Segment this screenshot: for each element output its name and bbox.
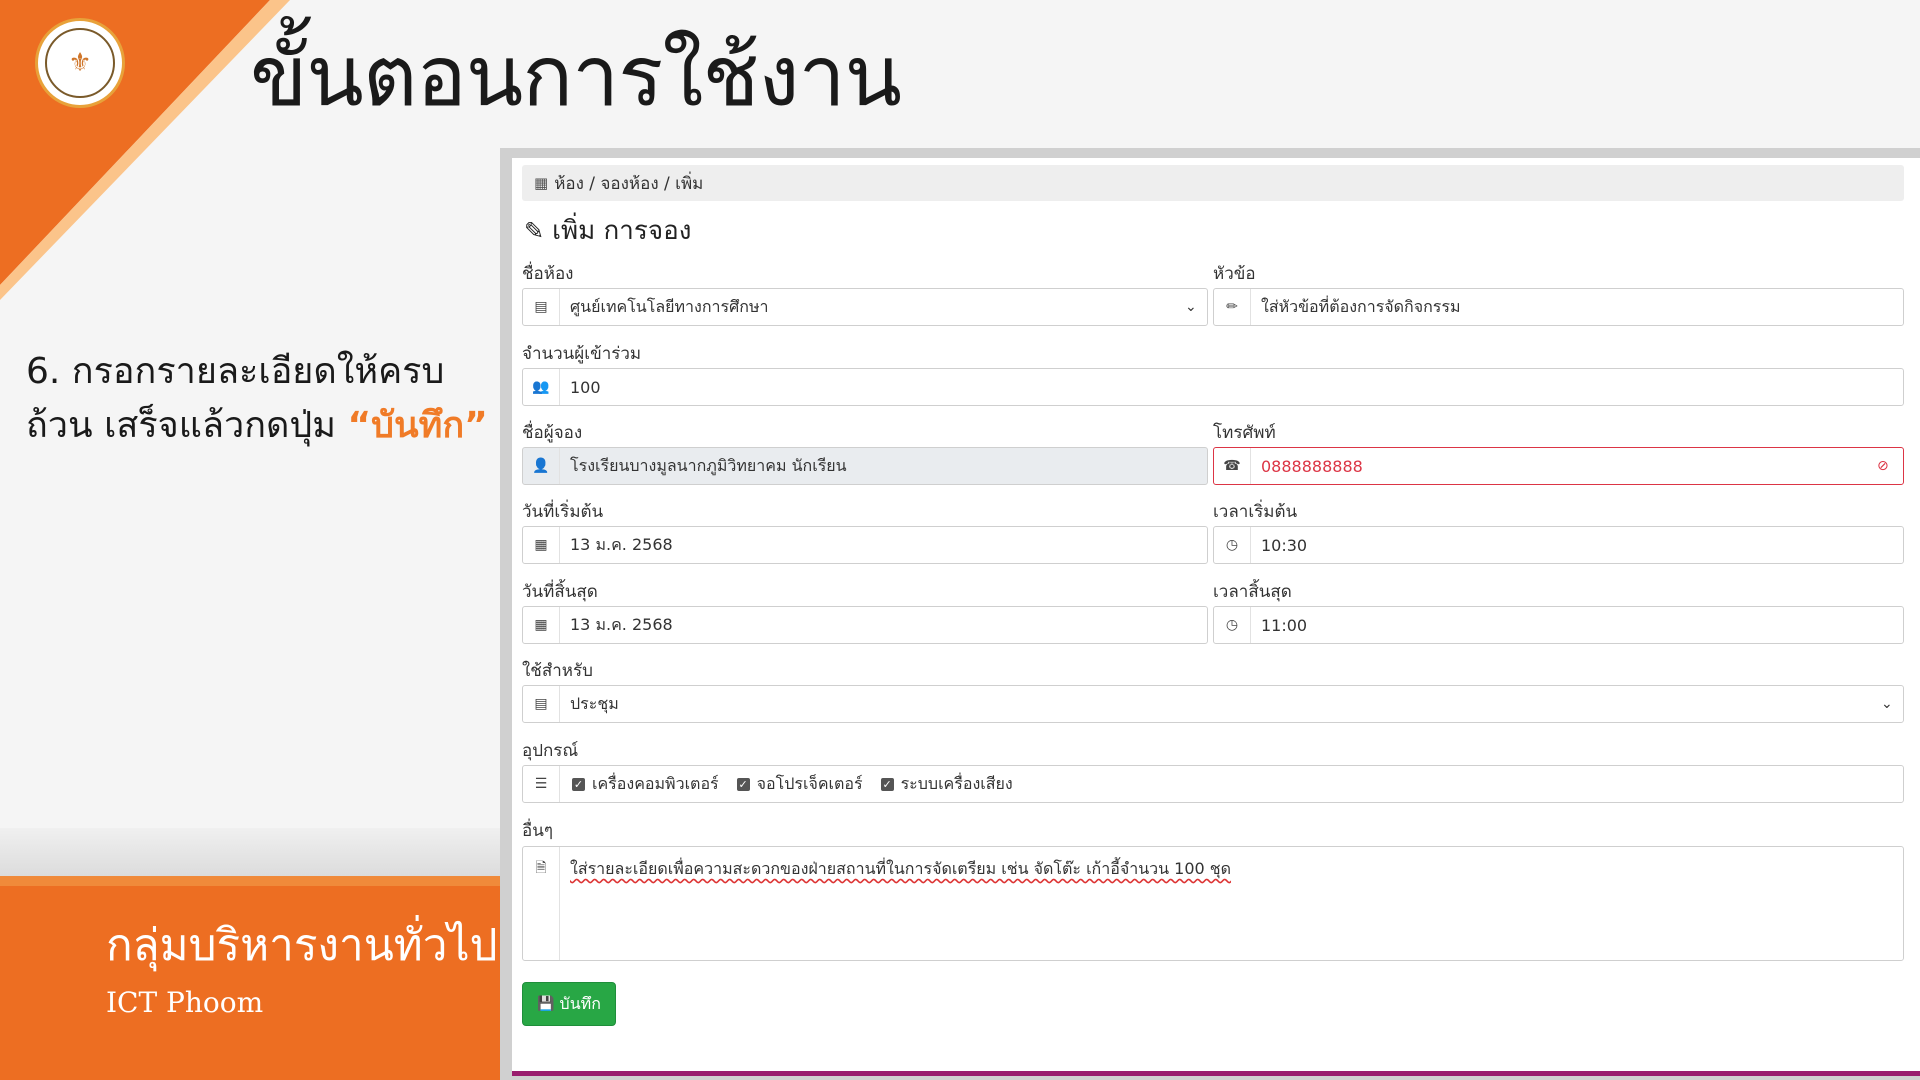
department-name: กลุ่มบริหารงานทั่วไป: [106, 920, 498, 971]
checkbox-checked-icon: ✓: [880, 777, 894, 791]
save-button[interactable]: 💾 บันทึก: [522, 982, 616, 1026]
start-time-input[interactable]: ◷ 10:30: [1213, 526, 1904, 564]
topic-label: หัวข้อ: [1213, 264, 1256, 284]
start-time-value: 10:30: [1261, 535, 1308, 555]
start-date-input[interactable]: ▦ 13 ม.ค. 2568: [522, 526, 1208, 564]
booker-label: ชื่อผู้จอง: [522, 423, 583, 443]
equipment-checkbox-projector[interactable]: ✓ จอโปรเจ็คเตอร์: [736, 772, 863, 797]
step-instruction: 6. กรอกรายละเอียดให้ครบถ้วน เสร็จแล้วกดป…: [26, 345, 496, 453]
end-time-value: 11:00: [1261, 615, 1308, 635]
phone-label: โทรศัพท์: [1213, 423, 1276, 443]
footer-panel: กลุ่มบริหารงานทั่วไป ICT Phoom: [0, 886, 500, 1080]
save-button-label: บันทึก: [559, 993, 601, 1013]
other-label: อื่นๆ: [522, 821, 553, 841]
equipment-option-label: ระบบเครื่องเสียง: [900, 773, 1013, 793]
clock-icon: ◷: [1214, 527, 1251, 563]
phone-input[interactable]: ☎ 0888888888 ⊘: [1213, 447, 1904, 485]
start-date-label: วันที่เริ่มต้น: [522, 502, 604, 522]
organization-name: ICT Phoom: [106, 986, 264, 1019]
edit-document-icon: ✎: [524, 216, 545, 245]
usage-select-value: ประชุม: [570, 693, 619, 713]
topic-placeholder: ใส่หัวข้อที่ต้องการจัดกิจกรรม: [1261, 296, 1461, 316]
breadcrumb: ▦ ห้อง / จองห้อง / เพิ่ม: [522, 165, 1904, 201]
form-title-text: เพิ่ม การจอง: [552, 216, 692, 246]
calendar-icon: ▦: [534, 174, 549, 192]
checkbox-checked-icon: ✓: [736, 777, 750, 791]
step-highlight: “บันทึก”: [347, 405, 488, 446]
end-time-label: เวลาสิ้นสุด: [1213, 582, 1292, 602]
phone-icon: ☎: [1214, 448, 1251, 484]
usage-select[interactable]: ▤ ประชุม ⌄: [522, 685, 1904, 723]
footer-shadow-band: [0, 828, 500, 876]
clock-icon: ◷: [1214, 607, 1251, 643]
panel-bottom-border: [512, 1071, 1920, 1076]
breadcrumb-text[interactable]: ห้อง / จองห้อง / เพิ่ม: [554, 170, 703, 197]
user-icon: 👤: [523, 448, 560, 484]
end-date-value: 13 ม.ค. 2568: [570, 614, 673, 634]
equipment-group: ☰ ✓ เครื่องคอมพิวเตอร์ ✓ จอโปรเจ็คเตอร์ ✓ ร…: [522, 765, 1904, 803]
checklist-icon: ☰: [523, 766, 560, 802]
calendar-icon: ▦: [523, 527, 560, 563]
equipment-option-label: จอโปรเจ็คเตอร์: [756, 773, 863, 793]
other-textarea[interactable]: 🗎 ใส่รายละเอียดเพื่อความสะดวกของฝ่ายสถาน…: [522, 846, 1904, 961]
start-time-label: เวลาเริ่มต้น: [1213, 502, 1298, 522]
end-date-label: วันที่สิ้นสุด: [522, 582, 598, 602]
end-time-input[interactable]: ◷ 11:00: [1213, 606, 1904, 644]
chevron-down-icon: ⌄: [1185, 299, 1197, 315]
invalid-icon: ⊘: [1877, 458, 1889, 474]
save-icon: 💾: [537, 996, 555, 1012]
start-date-value: 13 ม.ค. 2568: [570, 534, 673, 554]
list-icon: ▤: [523, 686, 560, 722]
calendar-icon: ▦: [523, 607, 560, 643]
attendees-input[interactable]: 👥 100: [522, 368, 1904, 406]
footer-accent-line: [0, 876, 500, 886]
checkbox-checked-icon: ✓: [572, 777, 585, 791]
room-select[interactable]: ▤ ศูนย์เทคโนโลยีทางการศึกษา ⌄: [522, 288, 1208, 326]
pencil-icon: ✏: [1214, 289, 1251, 325]
usage-label: ใช้สำหรับ: [522, 661, 593, 681]
equipment-checkbox-computer[interactable]: ✓ เครื่องคอมพิวเตอร์: [572, 772, 719, 797]
attendees-value: 100: [570, 377, 601, 397]
equipment-label: อุปกรณ์: [522, 741, 579, 761]
equipment-option-label: เครื่องคอมพิวเตอร์: [592, 773, 719, 793]
document-icon: 🗎: [523, 847, 560, 960]
topic-input[interactable]: ✏ ใส่หัวข้อที่ต้องการจัดกิจกรรม: [1213, 288, 1904, 326]
phone-value: 0888888888: [1261, 456, 1363, 476]
chevron-down-icon: ⌄: [1881, 696, 1893, 712]
school-logo: ⚜: [35, 18, 125, 108]
end-date-input[interactable]: ▦ 13 ม.ค. 2568: [522, 606, 1208, 644]
equipment-checkbox-sound[interactable]: ✓ ระบบเครื่องเสียง: [880, 772, 1013, 797]
other-value: ใส่รายละเอียดเพื่อความสะดวกของฝ่ายสถานที…: [570, 859, 1232, 878]
booker-input: 👤 โรงเรียนบางมูลนากภูมิวิทยาคม นักเรียน: [522, 447, 1208, 485]
booker-value: โรงเรียนบางมูลนากภูมิวิทยาคม นักเรียน: [570, 455, 847, 475]
logo-emblem-icon: ⚜: [68, 48, 92, 78]
slide-title: ขั้นตอนการใช้งาน: [250, 27, 902, 125]
room-label: ชื่อห้อง: [522, 264, 574, 284]
room-select-value: ศูนย์เทคโนโลยีทางการศึกษา: [570, 296, 769, 316]
building-icon: ▤: [523, 289, 560, 325]
form-title: ✎ เพิ่ม การจอง: [524, 210, 691, 251]
attendees-label: จำนวนผู้เข้าร่วม: [522, 344, 642, 364]
users-icon: 👥: [523, 369, 560, 405]
